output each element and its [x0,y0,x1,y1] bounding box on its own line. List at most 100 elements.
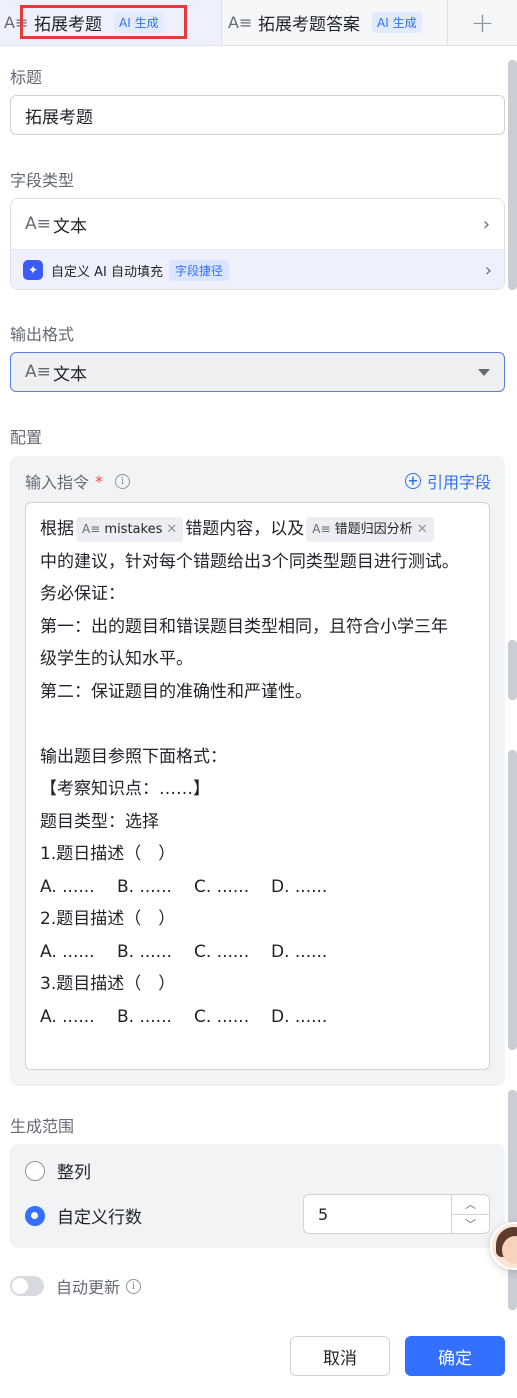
prompt-line: 2.题目描述（ ） [40,909,176,929]
option-text: B. ...... [117,1006,172,1027]
option-text: A. ...... [40,941,95,962]
prompt-line: 务必保证： [40,584,125,604]
option-text: D. ...... [271,941,328,962]
ai-generated-badge: AI 生成 [372,12,422,33]
tab-strip: A≡ 拓展考题 AI 生成 A≡ 拓展考题答案 AI 生成 + [0,0,517,46]
chevron-right-icon: › [482,213,490,235]
field-type-card: A≡ 文本 › ✦ 自定义 AI 自动填充 字段捷径 › [10,198,505,290]
title-label: 标题 [10,68,43,87]
caret-down-icon [478,368,490,376]
prompt-text: 根据 [40,519,74,539]
tab-label: 拓展考题答案 [258,15,360,35]
prompt-text: 错题内容，以及 [185,519,305,539]
instruction-editor[interactable]: 根据 A≡ mistakes ✕ 错题内容，以及 A≡ 错题归因分析 ✕ 中的建议，针对每… [25,502,490,1070]
field-type-label: 字段类型 [10,171,75,190]
config-label: 配置 [10,428,43,447]
prompt-options-line: A. ...... B. ...... C. ...... D. ...... [40,871,475,904]
tab-label: 拓展考题 [34,15,102,35]
scope-card: 整列 自定义行数 5 ︿ ﹀ [10,1144,505,1248]
row-count-value: 5 [318,1204,329,1224]
title-input-value: 拓展考题 [25,107,93,128]
ai-autofill-row[interactable]: ✦ 自定义 AI 自动填充 字段捷径 › [11,249,504,289]
option-text: C. ...... [194,941,250,962]
prompt-options-line: A. ...... B. ...... C. ...... D. ...... [40,936,475,969]
prompt-line: 【考察知识点：……】 [40,779,210,799]
option-text: B. ...... [117,941,172,962]
scrollbar-thumb[interactable] [508,60,517,290]
field-type-value: 文本 [53,216,87,237]
text-type-icon: A≡ [25,214,51,234]
config-panel: 输入指令 * i + 引用字段 根据 A≡ mistakes ✕ 错题内容，以及 A≡ … [10,456,505,1086]
stepper-down-icon[interactable]: ﹀ [452,1215,489,1234]
close-icon[interactable]: ✕ [166,522,177,537]
auto-update-toggle[interactable] [10,1276,44,1296]
info-icon[interactable]: i [126,1278,142,1294]
prompt-line: 级学生的认知水平。 [40,649,193,669]
cancel-button[interactable]: 取消 [290,1336,390,1376]
option-text: B. ...... [117,876,172,897]
scrollbar-segment [508,1090,517,1310]
info-icon[interactable]: i [115,473,131,489]
scrollbar-segment [508,750,517,1050]
ai-autofill-label: 自定义 AI 自动填充 [51,264,163,280]
output-format-select[interactable]: A≡ 文本 [10,352,505,392]
ai-generated-badge: AI 生成 [114,12,164,33]
chevron-right-icon: › [484,259,492,281]
avatar-face [502,1236,517,1264]
auto-update-row: 自动更新 i [10,1274,142,1298]
tab-expand-questions[interactable]: A≡ 拓展考题 AI 生成 [0,0,222,45]
text-field-icon: A≡ [82,521,101,536]
field-reference-chip-analysis[interactable]: A≡ 错题归因分析 ✕ [306,516,434,542]
field-shortcut-badge: 字段捷径 [169,259,230,281]
prompt-options-line: A. ...... B. ...... C. ...... D. ...... [40,1001,475,1034]
prompt-line: 中的建议，针对每个错题给出3个同类型题目进行测试。 [40,551,459,572]
prompt-line: 第一：出的题目和错误题目类型相同，且符合小学三年 [40,616,448,637]
option-text: D. ...... [271,1006,328,1027]
text-field-icon: A≡ [228,13,253,32]
scrollbar[interactable] [508,60,517,1320]
tab-expand-questions-answers[interactable]: A≡ 拓展考题答案 AI 生成 [222,0,448,45]
radio-unchecked[interactable] [25,1160,45,1181]
output-format-value: 文本 [53,364,87,385]
output-format-label: 输出格式 [10,325,75,344]
text-type-icon: A≡ [25,362,51,382]
option-text: C. ...... [194,1006,250,1027]
prompt-line: 1.题日描述（ ） [40,844,176,864]
plus-circle-icon: + [404,473,421,489]
scope-option-all[interactable]: 整列 [25,1158,91,1183]
sparkle-icon: ✦ [23,260,43,280]
cite-field-label: 引用字段 [426,473,491,492]
stepper-up-icon[interactable]: ︿ [452,1195,489,1215]
cite-field-button[interactable]: + 引用字段 [404,469,491,493]
row-count-stepper[interactable]: 5 ︿ ﹀ [303,1194,490,1234]
close-icon[interactable]: ✕ [417,522,428,537]
prompt-line: 3.题目描述（ ） [40,974,176,994]
instruction-label: 输入指令 [25,473,90,492]
prompt-line: 输出题目参照下面格式： [40,746,227,767]
scope-option-all-label: 整列 [57,1163,91,1183]
option-text: C. ...... [194,876,250,897]
scope-label: 生成范围 [10,1117,75,1136]
add-tab-button[interactable]: + [448,0,517,45]
prompt-line: 第二：保证题目的准确性和严谨性。 [40,681,312,702]
instruction-header: 输入指令 * i + 引用字段 [25,469,491,493]
scope-option-custom-label: 自定义行数 [57,1208,142,1228]
text-field-icon: A≡ [312,521,331,536]
auto-update-label: 自动更新 [56,1278,121,1297]
stepper-buttons: ︿ ﹀ [451,1195,489,1233]
option-text: A. ...... [40,876,95,897]
prompt-line: 根据 A≡ mistakes ✕ 错题内容，以及 A≡ 错题归因分析 ✕ [40,513,475,546]
option-text: A. ...... [40,1006,95,1027]
confirm-button[interactable]: 确定 [405,1336,505,1376]
field-reference-chip-mistakes[interactable]: A≡ mistakes ✕ [76,516,184,542]
chip-label: 错题归因分析 [334,521,413,537]
field-type-selector[interactable]: A≡ 文本 › [11,199,504,249]
prompt-line [40,708,475,741]
prompt-line: 题目类型：选择 [40,811,159,832]
required-mark: * [95,471,104,491]
chip-label: mistakes [104,521,163,537]
title-input[interactable]: 拓展考题 [10,95,505,135]
radio-checked[interactable] [25,1205,45,1226]
text-field-icon: A≡ [4,13,29,32]
scope-option-custom[interactable]: 自定义行数 [25,1203,142,1228]
